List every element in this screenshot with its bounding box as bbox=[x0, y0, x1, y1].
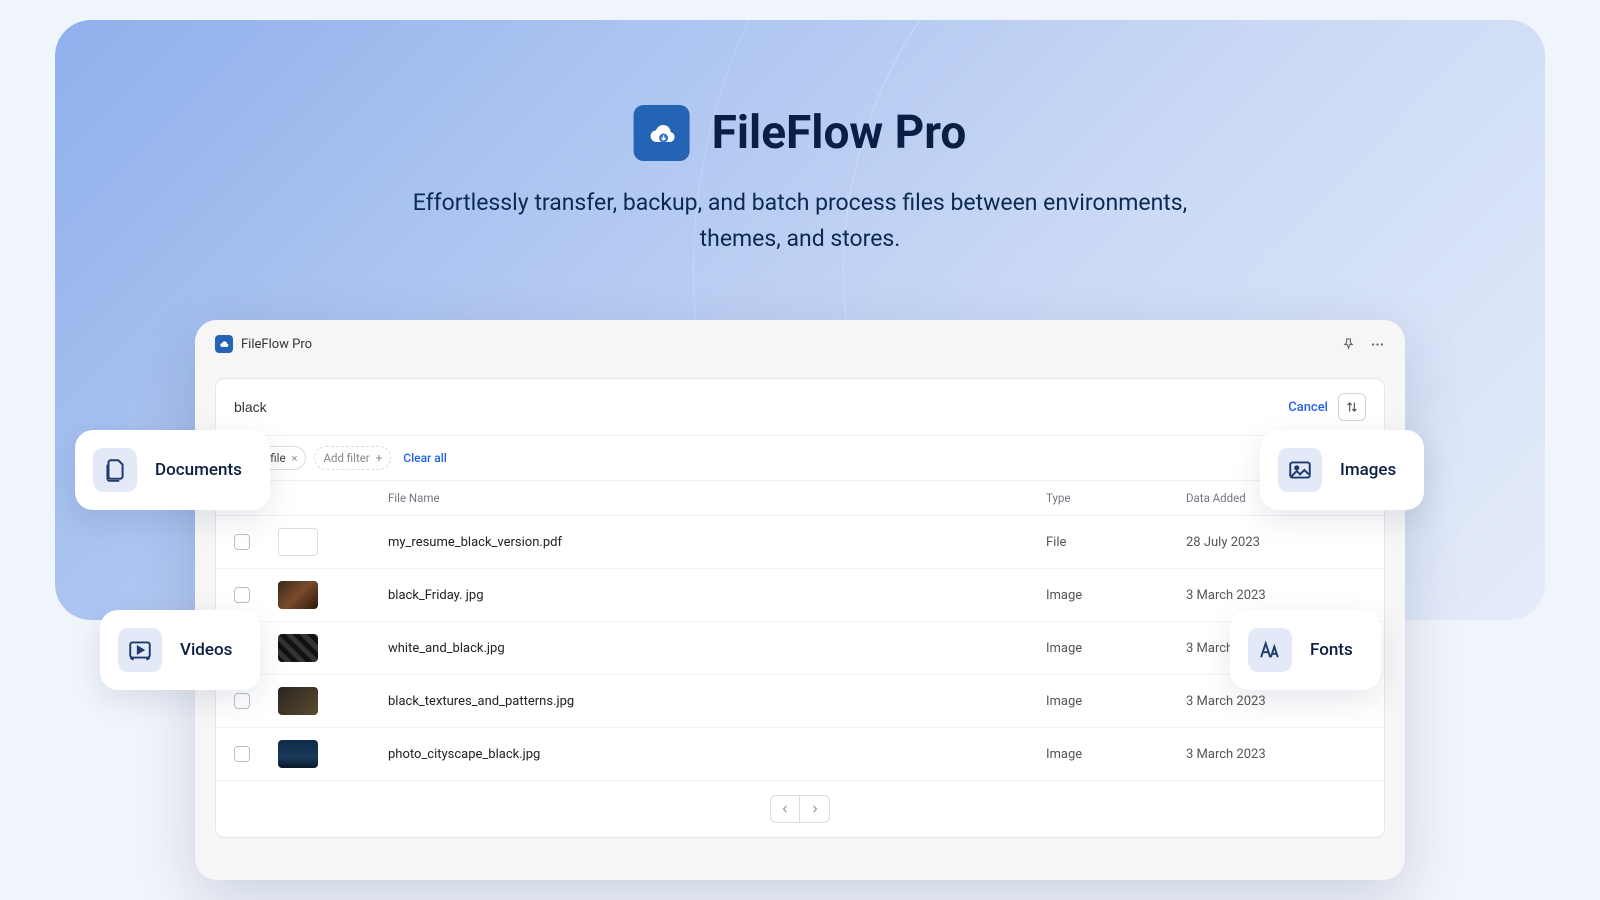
images-icon bbox=[1278, 448, 1322, 492]
prev-page-button[interactable] bbox=[770, 795, 800, 823]
brand-block: FileFlow Pro bbox=[634, 105, 967, 161]
pin-icon[interactable] bbox=[1341, 337, 1356, 352]
float-label: Videos bbox=[180, 640, 232, 660]
app-window: FileFlow Pro Cancel bbox=[195, 320, 1405, 880]
plus-icon: + bbox=[376, 451, 383, 465]
row-checkbox[interactable] bbox=[234, 746, 250, 762]
float-label: Documents bbox=[155, 460, 242, 480]
add-filter-button[interactable]: Add filter + bbox=[314, 446, 391, 470]
next-page-button[interactable] bbox=[800, 795, 830, 823]
app-name: FileFlow Pro bbox=[241, 337, 312, 352]
float-label: Fonts bbox=[1310, 640, 1353, 660]
brand-logo-icon bbox=[634, 105, 690, 161]
fonts-icon bbox=[1248, 628, 1292, 672]
table-row[interactable]: my_resume_black_version.pdfFile28 July 2… bbox=[216, 516, 1384, 569]
file-type: Image bbox=[1046, 747, 1186, 762]
videos-icon bbox=[118, 628, 162, 672]
file-type: Image bbox=[1046, 694, 1186, 709]
float-card-documents: Documents bbox=[75, 430, 270, 510]
tagline-text: Effortlessly transfer, backup, and batch… bbox=[410, 185, 1190, 256]
search-row: Cancel bbox=[216, 379, 1384, 436]
file-date: 28 July 2023 bbox=[1186, 535, 1366, 550]
row-checkbox[interactable] bbox=[234, 693, 250, 709]
table-row[interactable]: white_and_black.jpgImage3 March 2023 bbox=[216, 622, 1384, 675]
file-date: 3 March 2023 bbox=[1186, 588, 1366, 603]
app-header: FileFlow Pro bbox=[195, 320, 1405, 368]
filter-row: Type file × Add filter + Clear all bbox=[216, 436, 1384, 481]
file-date: 3 March 2023 bbox=[1186, 747, 1366, 762]
table-row[interactable]: black_textures_and_patterns.jpgImage3 Ma… bbox=[216, 675, 1384, 728]
table-row[interactable]: photo_cityscape_black.jpgImage3 March 20… bbox=[216, 728, 1384, 781]
file-thumbnail bbox=[278, 581, 318, 609]
row-checkbox[interactable] bbox=[234, 534, 250, 550]
file-thumbnail bbox=[278, 634, 318, 662]
content-card: Cancel Type file × Add filter + Clear al… bbox=[215, 378, 1385, 838]
documents-icon bbox=[93, 448, 137, 492]
cancel-button[interactable]: Cancel bbox=[1288, 400, 1328, 415]
table-row[interactable]: black_Friday. jpgImage3 March 2023 bbox=[216, 569, 1384, 622]
file-name: my_resume_black_version.pdf bbox=[388, 535, 1046, 550]
column-header-name: File Name bbox=[388, 491, 1046, 505]
file-name: photo_cityscape_black.jpg bbox=[388, 747, 1046, 762]
column-header-type: Type bbox=[1046, 491, 1186, 505]
app-mini-logo-icon bbox=[215, 335, 233, 353]
file-type: File bbox=[1046, 535, 1186, 550]
file-name: black_Friday. jpg bbox=[388, 588, 1046, 603]
table-header: File Name Type Data Added bbox=[216, 481, 1384, 516]
file-name: white_and_black.jpg bbox=[388, 641, 1046, 656]
brand-title: FileFlow Pro bbox=[712, 106, 967, 160]
sort-button[interactable] bbox=[1338, 393, 1366, 421]
float-card-images: Images bbox=[1260, 430, 1424, 510]
search-input[interactable] bbox=[234, 399, 1288, 415]
file-thumbnail bbox=[278, 528, 318, 556]
file-date: 3 March 2023 bbox=[1186, 694, 1366, 709]
add-filter-label: Add filter bbox=[323, 451, 369, 465]
more-icon[interactable] bbox=[1370, 337, 1385, 352]
file-name: black_textures_and_patterns.jpg bbox=[388, 694, 1046, 709]
close-icon[interactable]: × bbox=[292, 452, 298, 465]
file-thumbnail bbox=[278, 687, 318, 715]
file-thumbnail bbox=[278, 740, 318, 768]
clear-all-button[interactable]: Clear all bbox=[403, 451, 447, 465]
file-type: Image bbox=[1046, 588, 1186, 603]
file-type: Image bbox=[1046, 641, 1186, 656]
row-checkbox[interactable] bbox=[234, 587, 250, 603]
float-card-videos: Videos bbox=[100, 610, 260, 690]
pagination bbox=[216, 781, 1384, 837]
float-label: Images bbox=[1340, 460, 1396, 480]
float-card-fonts: Fonts bbox=[1230, 610, 1381, 690]
